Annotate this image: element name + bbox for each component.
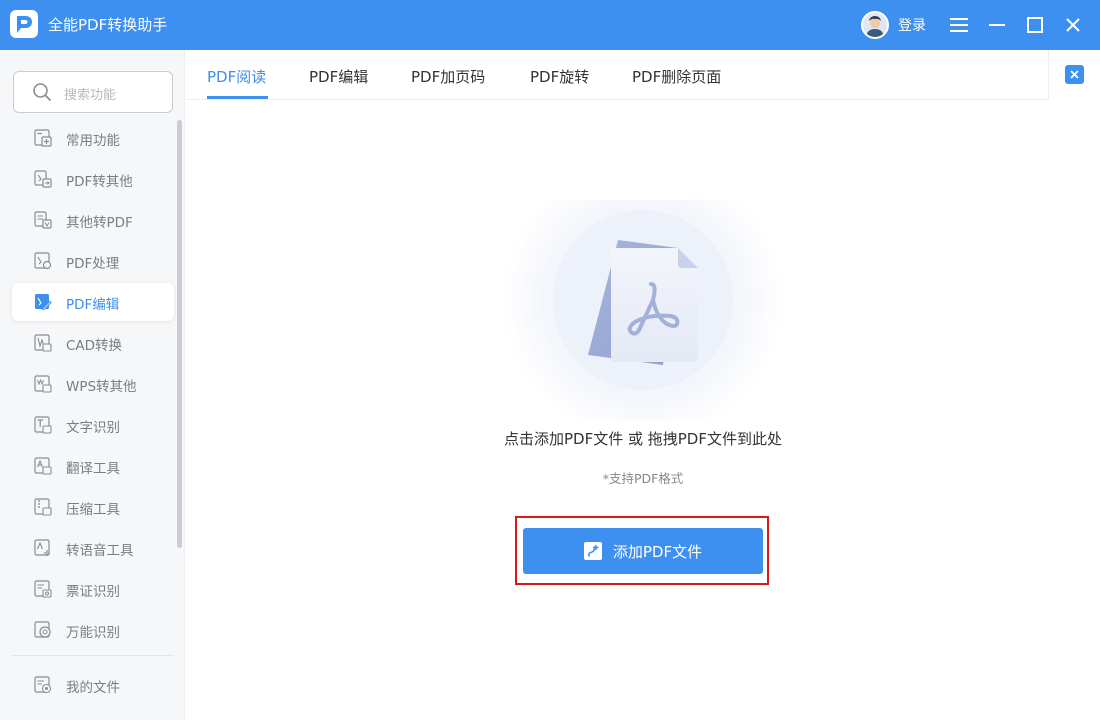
sidebar-item-cad[interactable]: CAD转换 — [12, 324, 174, 362]
sidebar-item-common[interactable]: 常用功能 — [12, 119, 174, 157]
search-box[interactable]: 搜索功能 — [13, 71, 173, 113]
sidebar-item-label: 其他转PDF — [66, 215, 133, 231]
tab-close-area — [1048, 50, 1100, 100]
sidebar: 搜索功能 常用功能 PDF转其他 其他转PDF PDF处理 PDF编辑 CAD转… — [0, 50, 185, 720]
drop-hint: 点击添加PDF文件 或 拖拽PDF文件到此处 — [504, 430, 782, 448]
sidebar-item-label: 票证识别 — [66, 584, 120, 600]
search-input[interactable]: 搜索功能 — [64, 84, 116, 103]
avatar[interactable] — [861, 11, 889, 39]
app-logo-icon — [10, 10, 38, 38]
search-icon — [33, 83, 52, 102]
menu-icon — [950, 18, 968, 32]
sidebar-item-pdf-edit[interactable]: PDF编辑 — [12, 283, 174, 321]
cad-icon — [34, 334, 52, 352]
sidebar-item-pdf-to-other[interactable]: PDF转其他 — [12, 160, 174, 198]
common-functions-icon — [34, 129, 52, 147]
maximize-button[interactable] — [1022, 12, 1048, 38]
pdf-file-illustration-icon[interactable] — [503, 200, 783, 420]
login-link[interactable]: 登录 — [898, 15, 926, 35]
main-panel: 点击添加PDF文件 或 拖拽PDF文件到此处 *支持PDF格式 添加PDF文件 — [186, 100, 1100, 720]
sidebar-item-ticket[interactable]: 票证识别 — [12, 570, 174, 608]
tab-bar: PDF阅读 PDF编辑 PDF加页码 PDF旋转 PDF删除页面 — [186, 50, 1100, 100]
user-avatar-icon — [863, 13, 887, 37]
title-bar: 全能PDF转换助手 登录 — [0, 0, 1100, 50]
sidebar-item-label: CAD转换 — [66, 338, 123, 354]
pdf-to-other-icon — [34, 170, 52, 188]
tab-pdf-read[interactable]: PDF阅读 — [207, 66, 266, 87]
menu-button[interactable] — [946, 12, 972, 38]
tab-pdf-rotate[interactable]: PDF旋转 — [530, 66, 589, 87]
ocr-icon — [34, 416, 52, 434]
sidebar-item-label: 常用功能 — [66, 133, 120, 149]
sidebar-item-label: 文字识别 — [66, 420, 120, 436]
close-icon — [1070, 70, 1079, 79]
minimize-button[interactable] — [984, 12, 1010, 38]
wps-icon — [34, 375, 52, 393]
sidebar-item-pdf-process[interactable]: PDF处理 — [12, 242, 174, 280]
sidebar-divider — [12, 655, 174, 656]
universal-recognition-icon — [34, 621, 51, 638]
app-title: 全能PDF转换助手 — [48, 16, 168, 34]
sidebar-scrollbar[interactable] — [177, 120, 182, 548]
zip-icon — [34, 498, 52, 516]
sidebar-item-other-to-pdf[interactable]: 其他转PDF — [12, 201, 174, 239]
sidebar-item-speech[interactable]: 转语音工具 — [12, 529, 174, 567]
sidebar-item-my-files[interactable]: 我的文件 — [12, 666, 174, 704]
minimize-icon — [989, 24, 1005, 26]
pdf-edit-icon — [35, 294, 52, 311]
translate-icon — [34, 457, 52, 475]
sidebar-item-label: 万能识别 — [66, 625, 120, 641]
ticket-icon — [34, 580, 52, 598]
sidebar-item-label: 转语音工具 — [66, 543, 134, 559]
maximize-icon — [1027, 17, 1043, 33]
tab-pdf-delete-pages[interactable]: PDF删除页面 — [632, 66, 721, 87]
sidebar-item-label: 我的文件 — [66, 680, 120, 696]
close-icon — [1066, 18, 1080, 32]
sidebar-item-universal[interactable]: 万能识别 — [12, 611, 174, 649]
sidebar-item-label: PDF编辑 — [66, 297, 120, 313]
add-pdf-button-label: 添加PDF文件 — [612, 542, 703, 561]
speech-icon — [34, 539, 50, 556]
sidebar-item-ocr[interactable]: 文字识别 — [12, 406, 174, 444]
close-window-button[interactable] — [1060, 12, 1086, 38]
sidebar-item-label: PDF处理 — [66, 256, 120, 272]
sidebar-item-label: PDF转其他 — [66, 174, 133, 190]
close-panel-button[interactable] — [1065, 65, 1084, 84]
sidebar-item-wps[interactable]: WPS转其他 — [12, 365, 174, 403]
tab-pdf-edit[interactable]: PDF编辑 — [309, 66, 368, 87]
other-to-pdf-icon — [34, 211, 52, 229]
format-hint: *支持PDF格式 — [602, 471, 684, 486]
sidebar-item-label: WPS转其他 — [66, 379, 137, 395]
my-files-icon — [34, 676, 52, 694]
pdf-process-icon — [34, 252, 52, 270]
add-pdf-button[interactable]: 添加PDF文件 — [523, 528, 763, 574]
sidebar-item-label: 翻译工具 — [66, 461, 120, 477]
sidebar-item-label: 压缩工具 — [66, 502, 120, 518]
tab-pdf-page-number[interactable]: PDF加页码 — [411, 66, 485, 87]
sidebar-item-translate[interactable]: 翻译工具 — [12, 447, 174, 485]
add-pdf-icon — [583, 542, 602, 560]
active-tab-indicator — [207, 96, 268, 99]
sidebar-item-zip[interactable]: 压缩工具 — [12, 488, 174, 526]
